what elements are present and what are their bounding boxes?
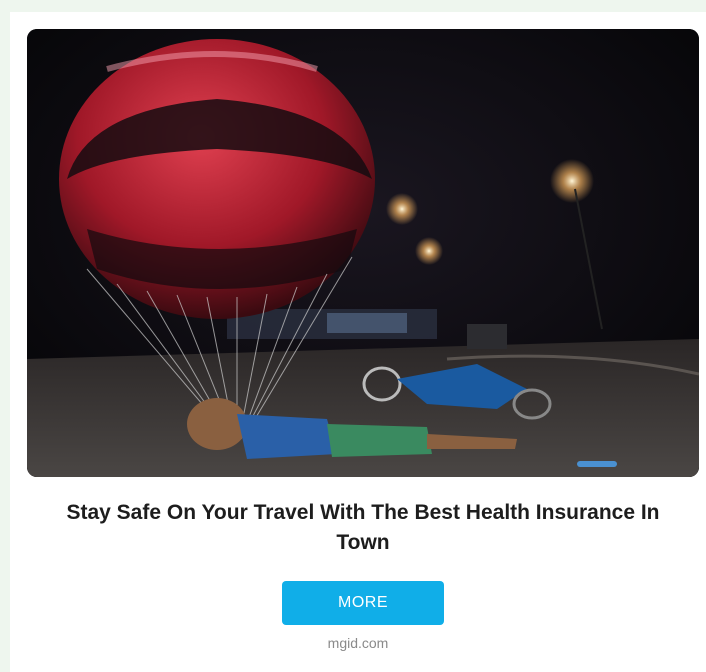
ad-headline[interactable]: Stay Safe On Your Travel With The Best H… [50,498,676,558]
helmet-parachute-photo [27,29,699,477]
source-link[interactable]: mgid.com [10,635,706,651]
ad-card[interactable]: Stay Safe On Your Travel With The Best H… [10,12,706,672]
ad-image[interactable] [27,29,699,477]
more-button[interactable]: MORE [282,581,444,625]
